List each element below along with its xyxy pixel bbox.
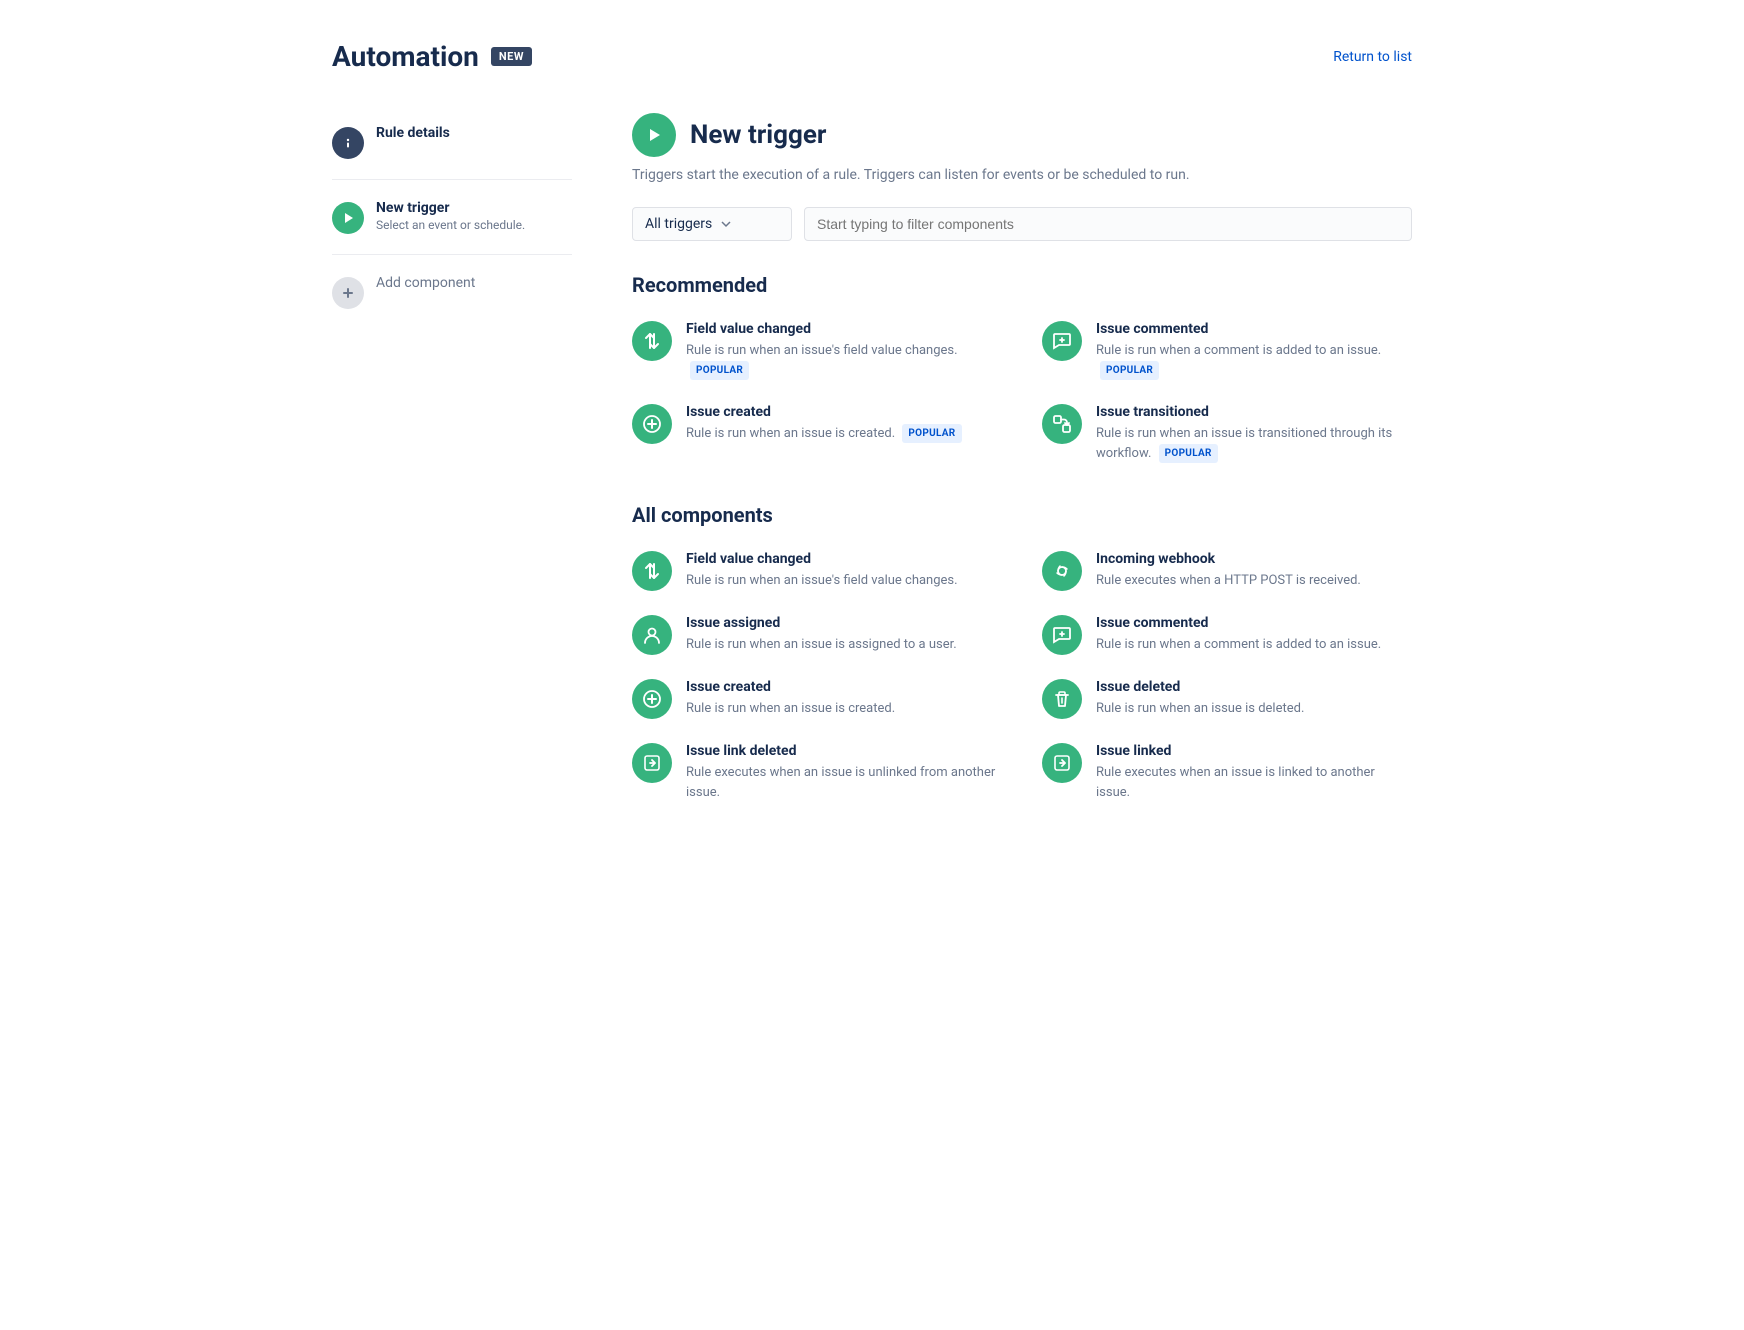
item-desc: Rule is run when an issue is deleted. — [1096, 699, 1304, 719]
item-name: Issue created — [686, 679, 895, 695]
item-name: Field value changed — [686, 551, 958, 567]
arrows-icon-2 — [632, 551, 672, 591]
comment-plus-icon-2 — [1042, 615, 1082, 655]
component-issue-created-rec[interactable]: Issue created Rule is run when an issue … — [632, 404, 1002, 463]
sidebar-item-add-component[interactable]: Add component — [332, 263, 572, 321]
info-icon — [332, 127, 364, 159]
main-layout: Rule details New trigger Select an event… — [332, 113, 1412, 842]
content-subtitle: Triggers start the execution of a rule. … — [632, 167, 1412, 183]
recommended-section: Recommended Field — [632, 273, 1412, 463]
item-desc: Rule is run when an issue is created. — [686, 699, 895, 719]
item-desc: Rule is run when an issue's field value … — [686, 571, 958, 591]
all-components-section: All components Fi — [632, 503, 1412, 802]
header: Automation NEW Return to list — [332, 40, 1412, 73]
component-field-value-changed-all[interactable]: Field value changed Rule is run when an … — [632, 551, 1002, 591]
user-icon — [632, 615, 672, 655]
all-components-title: All components — [632, 503, 1412, 527]
component-issue-assigned[interactable]: Issue assigned Rule is run when an issue… — [632, 615, 1002, 655]
popular-badge: POPULAR — [690, 361, 749, 380]
component-incoming-webhook[interactable]: Incoming webhook Rule executes when a HT… — [1042, 551, 1412, 591]
item-desc: Rule is run when an issue is assigned to… — [686, 635, 957, 655]
chevron-down-icon — [720, 218, 732, 230]
sidebar-rule-details-label: Rule details — [376, 125, 450, 141]
webhook-icon — [1042, 551, 1082, 591]
item-name: Issue commented — [1096, 321, 1412, 337]
new-badge: NEW — [491, 47, 532, 66]
component-issue-transitioned-rec[interactable]: Issue transitioned Rule is run when an i… — [1042, 404, 1412, 463]
item-name: Issue deleted — [1096, 679, 1304, 695]
component-issue-commented-all[interactable]: Issue commented Rule is run when a comme… — [1042, 615, 1412, 655]
item-desc: Rule is run when an issue's field value … — [686, 341, 1002, 380]
sidebar: Rule details New trigger Select an event… — [332, 113, 612, 842]
sidebar-new-trigger-subtitle: Select an event or schedule. — [376, 218, 525, 232]
arrows-icon — [632, 321, 672, 361]
component-issue-linked[interactable]: Issue linked Rule executes when an issue… — [1042, 743, 1412, 802]
item-name: Issue assigned — [686, 615, 957, 631]
item-desc: Rule executes when an issue is unlinked … — [686, 763, 1002, 802]
filter-row: All triggers — [632, 207, 1412, 241]
content-header: New trigger — [632, 113, 1412, 157]
sidebar-item-new-trigger[interactable]: New trigger Select an event or schedule. — [332, 188, 572, 246]
item-name: Issue transitioned — [1096, 404, 1412, 420]
content: New trigger Triggers start the execution… — [612, 113, 1412, 842]
item-desc: Rule is run when a comment is added to a… — [1096, 341, 1412, 380]
component-issue-link-deleted[interactable]: Issue link deleted Rule executes when an… — [632, 743, 1002, 802]
item-desc: Rule executes when an issue is linked to… — [1096, 763, 1412, 802]
return-to-list-link[interactable]: Return to list — [1333, 49, 1412, 65]
recommended-grid: Field value changed Rule is run when an … — [632, 321, 1412, 463]
filter-input[interactable] — [804, 207, 1412, 241]
content-title: New trigger — [690, 120, 826, 150]
sidebar-divider-2 — [332, 254, 572, 255]
item-desc: Rule is run when an issue is transitione… — [1096, 424, 1412, 463]
plus-circle-icon — [632, 404, 672, 444]
transition-icon — [1042, 404, 1082, 444]
popular-badge: POPULAR — [1159, 444, 1218, 463]
recommended-title: Recommended — [632, 273, 1412, 297]
item-desc: Rule executes when a HTTP POST is receiv… — [1096, 571, 1361, 591]
item-name: Issue link deleted — [686, 743, 1002, 759]
component-field-value-changed-rec[interactable]: Field value changed Rule is run when an … — [632, 321, 1002, 380]
trigger-play-icon — [632, 113, 676, 157]
item-name: Issue linked — [1096, 743, 1412, 759]
add-icon — [332, 277, 364, 309]
component-issue-commented-rec[interactable]: Issue commented Rule is run when a comme… — [1042, 321, 1412, 380]
component-issue-deleted[interactable]: Issue deleted Rule is run when an issue … — [1042, 679, 1412, 719]
play-icon — [332, 202, 364, 234]
item-name: Issue created — [686, 404, 962, 420]
component-issue-created-all[interactable]: Issue created Rule is run when an issue … — [632, 679, 1002, 719]
page-title: Automation — [332, 40, 479, 73]
comment-plus-icon — [1042, 321, 1082, 361]
all-components-grid: Field value changed Rule is run when an … — [632, 551, 1412, 802]
link-icon-2 — [1042, 743, 1082, 783]
link-icon — [632, 743, 672, 783]
item-desc: Rule is run when an issue is created. PO… — [686, 424, 962, 444]
trigger-filter-dropdown[interactable]: All triggers — [632, 207, 792, 241]
page-wrapper: Automation NEW Return to list Rule detai… — [272, 0, 1472, 882]
header-left: Automation NEW — [332, 40, 532, 73]
trash-icon — [1042, 679, 1082, 719]
item-name: Field value changed — [686, 321, 1002, 337]
item-name: Issue commented — [1096, 615, 1381, 631]
sidebar-item-rule-details[interactable]: Rule details — [332, 113, 572, 171]
sidebar-add-component-label: Add component — [376, 275, 475, 291]
sidebar-divider — [332, 179, 572, 180]
popular-badge: POPULAR — [1100, 361, 1159, 380]
plus-circle-icon-2 — [632, 679, 672, 719]
sidebar-new-trigger-label: New trigger — [376, 200, 525, 216]
item-desc: Rule is run when a comment is added to a… — [1096, 635, 1381, 655]
popular-badge: POPULAR — [902, 424, 961, 443]
dropdown-label: All triggers — [645, 216, 712, 232]
item-name: Incoming webhook — [1096, 551, 1361, 567]
